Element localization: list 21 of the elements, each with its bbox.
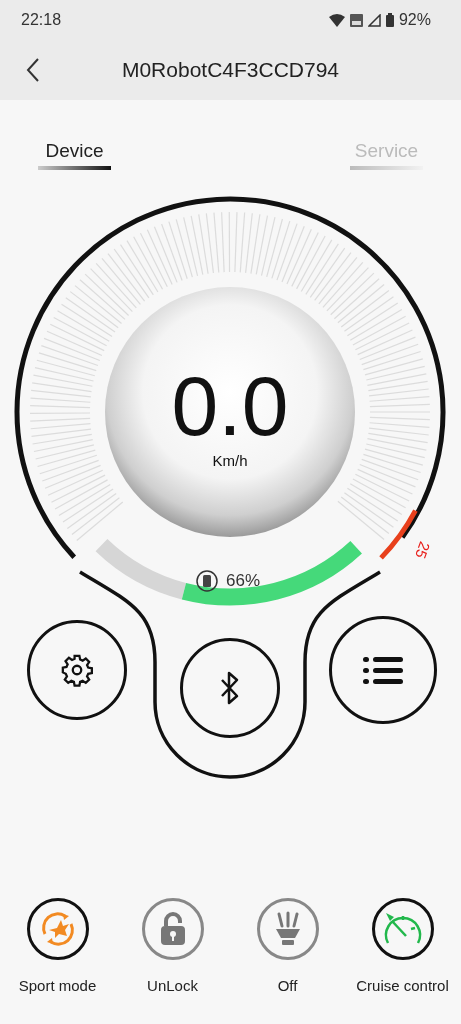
bluetooth-icon bbox=[220, 670, 240, 706]
volte-icon bbox=[349, 13, 363, 27]
menu-icon bbox=[363, 655, 403, 685]
battery-percent: 92% bbox=[398, 11, 431, 29]
speed-unit: Km/h bbox=[211, 452, 249, 469]
mode-label: Cruise control bbox=[356, 977, 449, 994]
speed-limit: 25 bbox=[412, 539, 434, 561]
mode-label: Sport mode bbox=[18, 977, 97, 994]
back-icon bbox=[26, 57, 40, 83]
speed-limit-arc bbox=[379, 509, 418, 560]
speed-value: 0.0 bbox=[170, 364, 290, 448]
mode-label: Off bbox=[277, 977, 298, 994]
settings-icon bbox=[60, 653, 94, 687]
device-title: M0RobotC4F3CCD794 bbox=[121, 58, 340, 82]
signal-icon bbox=[367, 13, 381, 27]
wifi-icon bbox=[328, 13, 345, 27]
battery-icon bbox=[385, 13, 394, 27]
status-time: 22:18 bbox=[21, 11, 62, 29]
mode-label: UnLock bbox=[147, 977, 198, 994]
battery-icon bbox=[196, 570, 218, 592]
battery-reading: 66% bbox=[226, 571, 261, 591]
